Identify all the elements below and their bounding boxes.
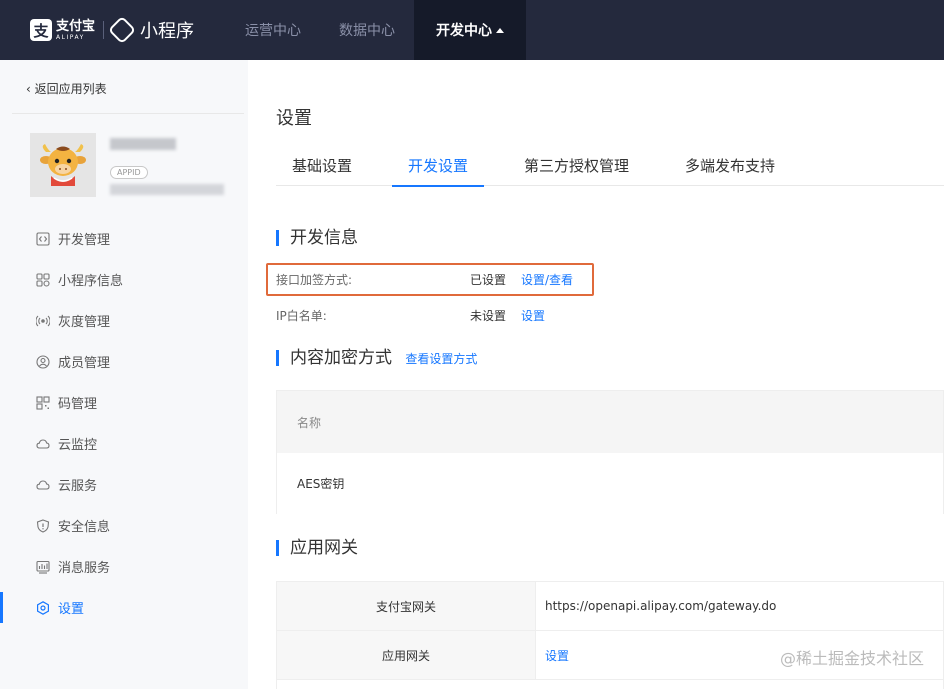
gateway-table: 支付宝网关 https://openapi.alipay.com/gateway…: [276, 581, 944, 689]
tab-basic-settings[interactable]: 基础设置: [276, 154, 368, 186]
sidebar-menu: 开发管理 小程序信息 灰度管理 成员管理 码管理 云监控 云服务 安全信息 消息…: [0, 218, 248, 628]
alipay-logo-text: 支付宝: [56, 18, 96, 34]
tab-third-party-auth[interactable]: 第三方授权管理: [508, 154, 645, 186]
app-avatar: [30, 133, 96, 197]
alipay-gateway-label: 支付宝网关: [277, 582, 536, 630]
section-title-app-gateway: 应用网关: [276, 538, 358, 558]
settings-tabs: 基础设置 开发设置 第三方授权管理 多端发布支持: [276, 154, 944, 187]
encryption-table: 名称 AES密钥: [276, 390, 944, 514]
qrcode-icon: [36, 395, 50, 410]
back-to-app-list-link[interactable]: ‹ 返回应用列表: [26, 80, 107, 97]
gear-icon: [36, 600, 50, 615]
brand-logo[interactable]: 支 支付宝 ALIPAY 小程序: [30, 15, 195, 45]
alipay-logo-icon: 支: [30, 19, 52, 41]
ip-whitelist-settings-link[interactable]: 设置: [521, 306, 545, 326]
sidebar-item-settings[interactable]: 设置: [0, 587, 248, 628]
tab-dev-settings[interactable]: 开发设置: [392, 154, 485, 187]
main-nav: 运营中心 数据中心 开发中心: [226, 0, 526, 60]
view-encryption-setup-link[interactable]: 查看设置方式: [405, 352, 477, 366]
table-row: AES密钥: [277, 453, 943, 514]
alipay-logo-en: ALIPAY: [56, 33, 85, 41]
section-title-content-encryption: 内容加密方式 查看设置方式: [276, 348, 477, 369]
cloud-icon: [36, 478, 50, 492]
appid-redacted: [110, 184, 224, 195]
chevron-left-icon: ‹: [26, 82, 31, 96]
cloud-icon: [36, 437, 50, 451]
sidebar-item-cloud-service[interactable]: 云服务: [0, 464, 248, 505]
sidebar-item-gray-release[interactable]: 灰度管理: [0, 300, 248, 341]
sign-method-settings-link[interactable]: 设置/查看: [521, 270, 573, 290]
code-icon: [36, 231, 50, 246]
nav-operations-center[interactable]: 运营中心: [226, 0, 320, 60]
sidebar-divider: [12, 113, 244, 114]
sidebar-item-dev-management[interactable]: 开发管理: [0, 218, 248, 259]
nav-dev-center[interactable]: 开发中心: [414, 0, 526, 60]
tab-multi-platform[interactable]: 多端发布支持: [669, 154, 791, 186]
nav-data-center[interactable]: 数据中心: [320, 0, 414, 60]
sidebar-item-member-management[interactable]: 成员管理: [0, 341, 248, 382]
user-circle-icon: [36, 354, 50, 369]
miniprogram-logo-icon: [107, 15, 137, 45]
sidebar-item-miniprogram-info[interactable]: 小程序信息: [0, 259, 248, 300]
sign-method-label: 接口加签方式:: [276, 273, 353, 287]
logo-divider: [103, 21, 105, 39]
info-row-sign-method: 接口加签方式: 已设置 设置/查看: [276, 270, 676, 290]
ip-whitelist-label: IP白名单:: [276, 309, 327, 323]
sidebar-item-code-management[interactable]: 码管理: [0, 382, 248, 423]
table-header: 名称: [277, 391, 943, 453]
grid-icon: [36, 272, 50, 287]
info-row-ip-whitelist: IP白名单: 未设置 设置: [276, 306, 676, 326]
sidebar-item-cloud-monitor[interactable]: 云监控: [0, 423, 248, 464]
main-content: 设置 基础设置 开发设置 第三方授权管理 多端发布支持 开发信息 接口加签方式:…: [248, 60, 944, 689]
cow-mascot-icon: [40, 144, 86, 186]
app-gateway-label: 应用网关: [277, 631, 536, 679]
sign-method-status: 已设置: [470, 273, 507, 287]
product-name: 小程序: [140, 21, 195, 42]
page-title: 设置: [276, 108, 312, 129]
app-name-redacted: [110, 138, 176, 150]
top-navbar: 支 支付宝 ALIPAY 小程序 运营中心 数据中心 开发中心: [0, 0, 944, 60]
watermark: @稀土掘金技术社区: [779, 649, 924, 668]
table-row: 支付宝网关 https://openapi.alipay.com/gateway…: [277, 582, 943, 631]
sidebar-item-security-info[interactable]: 安全信息: [0, 505, 248, 546]
caret-up-icon: [496, 27, 504, 33]
appid-badge: APPID: [110, 166, 148, 179]
message-chart-icon: [36, 560, 50, 574]
ip-whitelist-status: 未设置: [470, 309, 507, 323]
section-title-dev-info: 开发信息: [276, 228, 358, 248]
shield-icon: [36, 518, 50, 533]
sidebar: ‹ 返回应用列表 APPID 开发管理 小程序信息 灰度管理 成员管理 码管理 …: [0, 60, 248, 689]
broadcast-icon: [36, 314, 50, 328]
sidebar-item-message-service[interactable]: 消息服务: [0, 546, 248, 587]
alipay-gateway-url: https://openapi.alipay.com/gateway.do: [545, 599, 777, 613]
